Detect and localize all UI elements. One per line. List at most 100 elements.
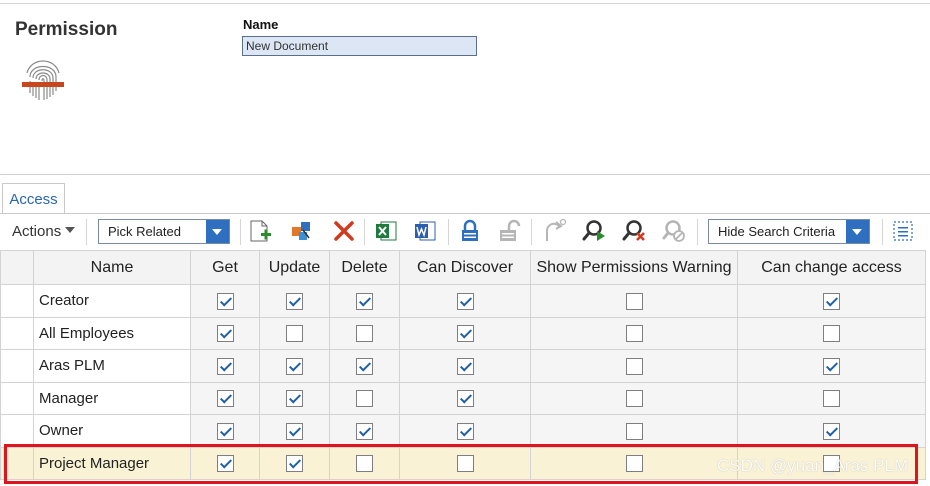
can-discover-checkbox[interactable] xyxy=(456,357,474,375)
get-checkbox[interactable] xyxy=(216,325,234,343)
table-row[interactable]: Manager xyxy=(0,381,926,415)
update-cell[interactable] xyxy=(259,284,330,318)
delete-checkbox[interactable] xyxy=(356,422,373,440)
get-cell[interactable] xyxy=(190,316,260,350)
update-cell[interactable] xyxy=(259,381,330,415)
can-change-access-checkbox[interactable] xyxy=(823,292,840,310)
get-cell[interactable] xyxy=(190,349,260,383)
hide-search-criteria-select[interactable]: Hide Search Criteria xyxy=(708,219,870,244)
get-cell[interactable] xyxy=(190,381,260,415)
row-selector[interactable] xyxy=(0,284,34,318)
identity-name-cell[interactable]: Owner xyxy=(33,414,191,448)
show-permissions-warning-checkbox[interactable] xyxy=(625,422,643,440)
can-discover-cell[interactable] xyxy=(399,316,531,350)
identity-name-cell[interactable]: Creator xyxy=(33,284,191,318)
update-checkbox[interactable] xyxy=(286,357,303,375)
column-header-show-permissions-warning[interactable]: Show Permissions Warning xyxy=(530,250,738,285)
select-all-icon[interactable] xyxy=(890,218,916,244)
lock-icon[interactable] xyxy=(457,218,483,244)
pick-related-select[interactable]: Pick Related xyxy=(98,219,230,244)
show-permissions-warning-cell[interactable] xyxy=(530,381,738,415)
delete-checkbox[interactable] xyxy=(356,292,373,310)
table-row[interactable]: All Employees xyxy=(0,316,926,350)
can-change-access-cell[interactable] xyxy=(737,381,926,415)
identity-name-cell[interactable]: All Employees xyxy=(33,316,191,350)
can-change-access-checkbox[interactable] xyxy=(823,357,840,375)
row-selector[interactable] xyxy=(0,414,34,448)
can-change-access-cell[interactable] xyxy=(737,414,926,448)
column-header-get[interactable]: Get xyxy=(190,250,260,285)
delete-cell[interactable] xyxy=(329,284,400,318)
show-permissions-warning-checkbox[interactable] xyxy=(625,325,643,343)
word-icon[interactable] xyxy=(412,218,438,244)
delete-checkbox[interactable] xyxy=(356,325,373,343)
get-cell[interactable] xyxy=(190,414,260,448)
can-discover-checkbox[interactable] xyxy=(456,390,474,408)
tab-access[interactable]: Access xyxy=(2,183,65,214)
update-cell[interactable] xyxy=(259,414,330,448)
column-header-can-discover[interactable]: Can Discover xyxy=(399,250,531,285)
grid-toolbar: Actions Pick Related Hide Search Criteri… xyxy=(0,214,930,250)
row-selector[interactable] xyxy=(0,381,34,415)
can-change-access-cell[interactable] xyxy=(737,284,926,318)
column-header-update[interactable]: Update xyxy=(259,250,330,285)
delete-checkbox[interactable] xyxy=(356,357,373,375)
update-checkbox[interactable] xyxy=(286,325,303,343)
column-header-delete[interactable]: Delete xyxy=(329,250,400,285)
update-cell[interactable] xyxy=(259,316,330,350)
name-field[interactable]: New Document xyxy=(242,36,477,56)
delete-cell[interactable] xyxy=(329,414,400,448)
update-checkbox[interactable] xyxy=(286,390,303,408)
delete-icon[interactable] xyxy=(331,218,357,244)
show-permissions-warning-cell[interactable] xyxy=(530,414,738,448)
delete-cell[interactable] xyxy=(329,316,400,350)
row-selector[interactable] xyxy=(0,316,34,350)
show-permissions-warning-cell[interactable] xyxy=(530,284,738,318)
column-header-can-change-access[interactable]: Can change access xyxy=(737,250,926,285)
table-row[interactable]: Owner xyxy=(0,414,926,448)
update-checkbox[interactable] xyxy=(286,292,303,310)
can-discover-cell[interactable] xyxy=(399,284,531,318)
delete-checkbox[interactable] xyxy=(356,390,373,408)
can-change-access-checkbox[interactable] xyxy=(823,390,840,408)
chevron-down-icon[interactable] xyxy=(846,220,869,243)
delete-cell[interactable] xyxy=(329,381,400,415)
can-change-access-checkbox[interactable] xyxy=(823,422,840,440)
update-cell[interactable] xyxy=(259,349,330,383)
pick-related-icon[interactable] xyxy=(289,218,315,244)
can-discover-checkbox[interactable] xyxy=(456,422,474,440)
column-header-name[interactable]: Name xyxy=(33,250,191,285)
get-cell[interactable] xyxy=(190,284,260,318)
can-discover-checkbox[interactable] xyxy=(456,292,474,310)
identity-name-cell[interactable]: Aras PLM xyxy=(33,349,191,383)
new-item-icon[interactable] xyxy=(247,218,273,244)
fingerprint-icon xyxy=(22,60,64,100)
identity-name-cell[interactable]: Manager xyxy=(33,381,191,415)
get-checkbox[interactable] xyxy=(216,357,234,375)
can-change-access-cell[interactable] xyxy=(737,349,926,383)
clear-search-icon[interactable] xyxy=(621,218,647,244)
can-discover-cell[interactable] xyxy=(399,349,531,383)
can-discover-checkbox[interactable] xyxy=(456,325,474,343)
can-discover-cell[interactable] xyxy=(399,414,531,448)
excel-icon[interactable] xyxy=(373,218,399,244)
can-discover-cell[interactable] xyxy=(399,381,531,415)
can-change-access-cell[interactable] xyxy=(737,316,926,350)
show-permissions-warning-cell[interactable] xyxy=(530,316,738,350)
get-checkbox[interactable] xyxy=(216,422,234,440)
actions-menu[interactable]: Actions xyxy=(12,223,76,240)
delete-cell[interactable] xyxy=(329,349,400,383)
show-permissions-warning-checkbox[interactable] xyxy=(625,390,643,408)
row-selector[interactable] xyxy=(0,349,34,383)
show-permissions-warning-checkbox[interactable] xyxy=(625,292,643,310)
table-row[interactable]: Creator xyxy=(0,284,926,318)
update-checkbox[interactable] xyxy=(286,422,303,440)
get-checkbox[interactable] xyxy=(216,292,234,310)
get-checkbox[interactable] xyxy=(216,390,234,408)
show-permissions-warning-checkbox[interactable] xyxy=(625,357,643,375)
run-search-icon[interactable] xyxy=(581,218,607,244)
chevron-down-icon[interactable] xyxy=(206,220,229,243)
show-permissions-warning-cell[interactable] xyxy=(530,349,738,383)
can-change-access-checkbox[interactable] xyxy=(823,325,840,343)
table-row[interactable]: Aras PLM xyxy=(0,349,926,383)
